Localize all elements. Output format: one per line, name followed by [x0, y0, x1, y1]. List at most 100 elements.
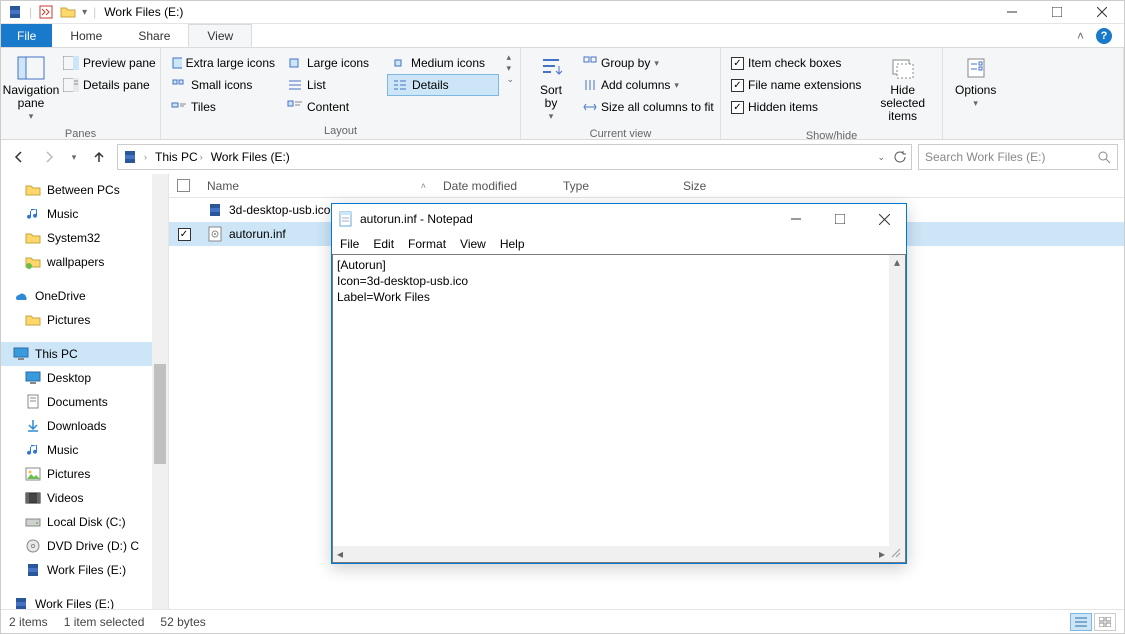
small-icons-button[interactable]: Small icons	[167, 74, 279, 96]
tab-home[interactable]: Home	[52, 24, 120, 47]
address-bar[interactable]: › This PC› Work Files (E:) ⌄	[117, 144, 912, 170]
refresh-icon[interactable]	[893, 150, 907, 164]
help-icon[interactable]: ?	[1096, 28, 1112, 44]
forward-button[interactable]	[37, 145, 61, 169]
tree-documents[interactable]: Documents	[1, 390, 168, 414]
group-by-button[interactable]: Group by▾	[579, 52, 718, 74]
column-header-size[interactable]: Size	[675, 174, 755, 197]
ribbon: Navigation pane ▾ Preview pane Details p…	[1, 48, 1124, 140]
notepad-menu-file[interactable]: File	[340, 237, 359, 251]
pictures-icon	[25, 466, 41, 482]
notepad-horizontal-scrollbar[interactable]: ◂▸	[333, 546, 889, 562]
notepad-menu-view[interactable]: View	[460, 237, 486, 251]
tab-view[interactable]: View	[188, 24, 252, 47]
tree-dvd-drive[interactable]: DVD Drive (D:) C	[1, 534, 168, 558]
tree-between-pcs[interactable]: Between PCs	[1, 178, 168, 202]
layout-more-icon[interactable]: ▴	[506, 52, 514, 63]
preview-pane-button[interactable]: Preview pane	[59, 52, 160, 74]
up-button[interactable]	[87, 145, 111, 169]
back-button[interactable]	[7, 145, 31, 169]
hidden-items-toggle[interactable]: ✓Hidden items	[727, 96, 865, 118]
tree-pictures-onedrive[interactable]: Pictures	[1, 308, 168, 332]
column-headers-row: Name˄ Date modified Type Size	[169, 174, 1124, 198]
chevron-right-icon[interactable]: ›	[144, 152, 147, 162]
layout-group-label: Layout	[161, 125, 520, 139]
notepad-menu-help[interactable]: Help	[500, 237, 525, 251]
tree-music[interactable]: Music	[1, 202, 168, 226]
qat-chevron[interactable]: ▾	[82, 7, 87, 18]
breadcrumb-work-files[interactable]: Work Files (E:)	[209, 150, 292, 164]
music-icon	[25, 206, 41, 222]
drive-icon	[122, 149, 138, 165]
status-selected-count: 1 item selected	[64, 615, 145, 629]
current-view-group-label: Current view	[521, 128, 720, 142]
maximize-button[interactable]	[1034, 1, 1079, 24]
details-view-toggle[interactable]	[1070, 613, 1092, 631]
qat-properties-icon[interactable]	[38, 4, 54, 20]
close-button[interactable]	[1079, 1, 1124, 24]
app-icon	[7, 4, 23, 20]
ribbon-collapse-icon[interactable]: ˄	[1077, 29, 1084, 43]
tree-videos[interactable]: Videos	[1, 486, 168, 510]
tab-file[interactable]: File	[1, 24, 52, 47]
search-icon[interactable]	[1097, 150, 1111, 164]
tree-this-pc[interactable]: This PC	[1, 342, 168, 366]
add-columns-button[interactable]: Add columns▾	[579, 74, 718, 96]
notepad-maximize-button[interactable]	[818, 204, 862, 234]
notepad-minimize-button[interactable]	[774, 204, 818, 234]
tree-downloads[interactable]: Downloads	[1, 414, 168, 438]
tree-local-disk[interactable]: Local Disk (C:)	[1, 510, 168, 534]
details-view-button[interactable]: Details	[387, 74, 499, 96]
file-checkbox[interactable]: ✓	[178, 228, 191, 241]
tab-share[interactable]: Share	[120, 24, 188, 47]
tiles-button[interactable]: Tiles	[167, 96, 279, 118]
notepad-menu-format[interactable]: Format	[408, 237, 446, 251]
breadcrumb-this-pc[interactable]: This PC›	[153, 150, 205, 164]
column-header-type[interactable]: Type	[555, 174, 675, 197]
recent-locations-button[interactable]: ▾	[67, 145, 81, 169]
showhide-group-label: Show/hide	[721, 130, 942, 144]
thumbnails-view-toggle[interactable]	[1094, 613, 1116, 631]
file-name-extensions-toggle[interactable]: ✓File name extensions	[727, 74, 865, 96]
item-check-boxes-toggle[interactable]: ✓Item check boxes	[727, 52, 865, 74]
search-box[interactable]: Search Work Files (E:)	[918, 144, 1118, 170]
notepad-close-button[interactable]	[862, 204, 906, 234]
tree-wallpapers[interactable]: wallpapers	[1, 250, 168, 274]
navigation-pane-button[interactable]: Navigation pane ▾	[7, 52, 55, 124]
qat-divider: |	[29, 5, 32, 19]
tree-work-files-pc[interactable]: Work Files (E:)	[1, 558, 168, 582]
column-header-checkbox[interactable]	[169, 174, 199, 197]
notepad-window[interactable]: autorun.inf - Notepad File Edit Format V…	[331, 203, 907, 564]
tree-system32[interactable]: System32	[1, 226, 168, 250]
tree-onedrive[interactable]: OneDrive	[1, 284, 168, 308]
panes-group-label: Panes	[1, 128, 160, 142]
content-button[interactable]: Content	[283, 96, 383, 118]
notepad-titlebar[interactable]: autorun.inf - Notepad	[332, 204, 906, 234]
layout-more-icon2[interactable]: ▾	[506, 63, 514, 74]
minimize-button[interactable]	[989, 1, 1034, 24]
tree-scrollbar[interactable]	[152, 174, 168, 614]
medium-icons-button[interactable]: Medium icons	[387, 52, 499, 74]
notepad-resize-grip[interactable]	[889, 546, 905, 562]
column-header-date[interactable]: Date modified	[435, 174, 555, 197]
notepad-vertical-scrollbar[interactable]: ▴	[889, 255, 905, 546]
notepad-text-area[interactable]: [Autorun] Icon=3d-desktop-usb.ico Label=…	[332, 254, 906, 563]
extra-large-icons-button[interactable]: Extra large icons	[167, 52, 279, 74]
list-button[interactable]: List	[283, 74, 383, 96]
navigation-tree[interactable]: Between PCs Music System32 wallpapers On…	[1, 174, 169, 614]
qat-folder-icon[interactable]	[60, 4, 76, 20]
tree-music-pc[interactable]: Music	[1, 438, 168, 462]
details-pane-button[interactable]: Details pane	[59, 74, 160, 96]
column-header-name[interactable]: Name˄	[199, 174, 435, 197]
notepad-menu-edit[interactable]: Edit	[373, 237, 394, 251]
large-icons-button[interactable]: Large icons	[283, 52, 383, 74]
tree-desktop[interactable]: Desktop	[1, 366, 168, 390]
address-dropdown-icon[interactable]: ⌄	[877, 152, 885, 163]
sort-by-button[interactable]: Sort by ▾	[527, 52, 575, 124]
window-title: Work Files (E:)	[104, 5, 183, 19]
layout-expand-icon[interactable]: ⌄	[506, 74, 514, 85]
options-button[interactable]: Options ▾	[949, 52, 1002, 111]
hide-selected-items-button[interactable]: Hide selected items	[869, 52, 936, 126]
size-columns-button[interactable]: Size all columns to fit	[579, 96, 718, 118]
tree-pictures-pc[interactable]: Pictures	[1, 462, 168, 486]
